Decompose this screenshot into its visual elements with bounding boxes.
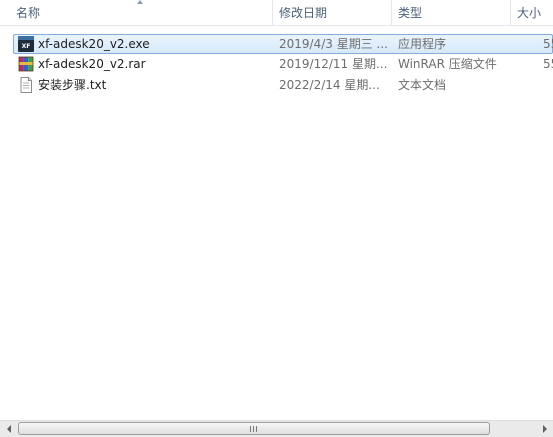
file-row-txt[interactable]: 安装步骤.txt 2022/2/14 星期... 文本文档: [13, 75, 553, 95]
scroll-left-button[interactable]: [0, 421, 17, 437]
file-type: 文本文档: [398, 78, 447, 92]
file-date: 2019/4/3 星期三 ...: [279, 37, 388, 51]
column-header-date[interactable]: 修改日期: [272, 0, 391, 25]
file-type: WinRAR 压缩文件: [398, 57, 497, 71]
horizontal-scrollbar[interactable]: [0, 420, 553, 437]
column-header-bar: 名称 修改日期 类型 大小: [0, 0, 553, 26]
file-row-rar[interactable]: xf-adesk20_v2.rar 2019/12/11 星期... WinRA…: [13, 54, 553, 74]
exe-app-icon: XF: [18, 36, 34, 52]
scrollbar-thumb[interactable]: [18, 422, 490, 435]
winrar-archive-icon: [18, 56, 34, 72]
file-size: [543, 76, 553, 94]
file-date: 2019/12/11 星期...: [279, 57, 388, 71]
column-header-size[interactable]: 大小: [510, 0, 553, 25]
file-type: 应用程序: [398, 37, 447, 51]
file-date: 2022/2/14 星期...: [279, 78, 380, 92]
sort-ascending-icon: [137, 0, 143, 4]
grip-icon: [250, 426, 258, 432]
file-name: xf-adesk20_v2.rar: [38, 57, 146, 71]
arrow-right-icon: [542, 425, 547, 433]
text-document-icon: [20, 77, 32, 93]
scroll-right-button[interactable]: [536, 421, 553, 437]
arrow-left-icon: [6, 425, 11, 433]
file-name: xf-adesk20_v2.exe: [38, 37, 150, 51]
svg-text:XF: XF: [22, 43, 31, 50]
file-name: 安装步骤.txt: [38, 78, 107, 92]
file-size: 55: [543, 37, 553, 51]
column-header-type[interactable]: 类型: [391, 0, 510, 25]
file-size: 55: [543, 57, 553, 71]
file-row-exe[interactable]: XF xf-adesk20_v2.exe 2019/4/3 星期三 ... 应用…: [13, 34, 553, 54]
